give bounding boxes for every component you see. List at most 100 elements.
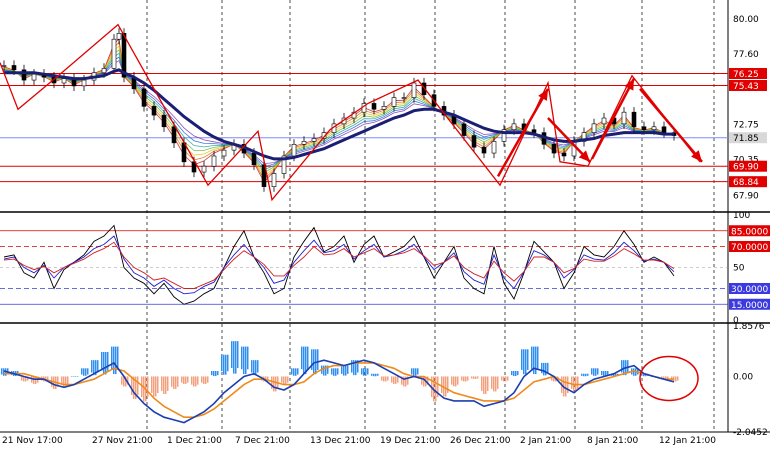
candle-body[interactable] — [11, 65, 17, 71]
candle-body[interactable] — [471, 135, 477, 148]
candle-body[interactable] — [531, 129, 537, 133]
candle-body[interactable] — [601, 117, 607, 125]
macd-histogram-bar — [243, 346, 245, 375]
price-axis-tick: 72.75 — [733, 121, 759, 131]
ma-ribbon-line — [3, 37, 675, 183]
macd-histogram-bar — [271, 376, 273, 389]
candle-body[interactable] — [631, 111, 637, 128]
candle-body[interactable] — [561, 152, 567, 157]
macd-histogram-bar — [547, 362, 549, 374]
macd-histogram-bar — [215, 371, 217, 377]
time-axis: 21 Nov 17:00 27 Nov 21:00 1 Dec 21:00 7 Dec… — [2, 436, 716, 446]
macd-histogram-bar — [387, 376, 389, 381]
candle-body[interactable] — [511, 123, 517, 131]
macd-histogram-bar — [237, 341, 239, 368]
rsi-series-line[interactable] — [3, 235, 675, 295]
macd-histogram-bar — [303, 346, 305, 375]
price-tag-label: 68.84 — [733, 178, 759, 188]
candle-body[interactable] — [101, 68, 107, 74]
candle-body[interactable] — [411, 82, 417, 98]
candle-body[interactable] — [251, 152, 257, 166]
macd-histogram-bar — [461, 376, 463, 381]
macd-histogram-bar — [593, 368, 595, 376]
candle-body[interactable] — [591, 123, 597, 133]
macd-histogram-bar — [235, 341, 237, 374]
candle-body[interactable] — [551, 144, 557, 154]
macd-histogram-bar — [577, 376, 579, 389]
candle-body[interactable] — [201, 165, 207, 173]
macd-histogram-bar — [667, 376, 669, 379]
rsi-axis-tick: 100 — [733, 211, 750, 221]
candle-body[interactable] — [61, 78, 67, 84]
candle-body[interactable] — [1, 65, 7, 67]
macd-histogram-bar — [445, 376, 447, 397]
candle-body[interactable] — [211, 155, 217, 167]
macd-histogram-bar — [493, 376, 495, 392]
candle-body[interactable] — [391, 97, 397, 107]
macd-histogram-bar — [33, 376, 35, 384]
candle-body[interactable] — [481, 146, 487, 154]
macd-histogram-bar — [495, 376, 497, 392]
macd-histogram-bar — [181, 376, 183, 383]
macd-histogram-bar — [191, 376, 193, 385]
rsi-series-line[interactable] — [3, 241, 675, 289]
candle-body[interactable] — [621, 111, 627, 125]
time-axis-label: 8 Jan 21:00 — [587, 436, 639, 446]
macd-histogram-bar — [307, 346, 309, 370]
candle-body[interactable] — [31, 73, 37, 81]
candle-body[interactable] — [491, 141, 497, 154]
candle-body[interactable] — [381, 106, 387, 110]
candle-body[interactable] — [271, 173, 277, 187]
candle-body[interactable] — [291, 144, 297, 157]
macd-histogram-bar — [543, 362, 545, 376]
candle-body[interactable] — [111, 38, 117, 69]
candle-body[interactable] — [371, 103, 377, 110]
candle-body[interactable] — [641, 126, 647, 131]
candle-body[interactable] — [311, 138, 317, 142]
price-panel[interactable] — [0, 23, 728, 202]
candle-body[interactable] — [651, 126, 657, 131]
rsi-panel[interactable] — [0, 224, 728, 305]
macd-histogram-bar — [527, 349, 529, 370]
macd-histogram-bar — [165, 376, 167, 394]
candle-body[interactable] — [81, 79, 87, 87]
macd-histogram-bar — [545, 362, 547, 376]
macd-histogram-bar — [83, 368, 85, 376]
macd-histogram-bar — [417, 368, 419, 375]
candle-body[interactable] — [141, 88, 147, 107]
macd-histogram-bar — [225, 354, 227, 375]
macd-histogram-bar — [571, 376, 573, 389]
macd-histogram-bar — [153, 376, 155, 397]
macd-histogram-bar — [381, 376, 383, 381]
macd-histogram-bar — [227, 354, 229, 372]
macd-histogram-bar — [121, 376, 123, 385]
macd-histogram-bar — [513, 371, 515, 377]
rsi-series-line[interactable] — [3, 224, 675, 305]
macd-panel[interactable] — [1, 341, 699, 424]
time-axis-label: 27 Nov 21:00 — [92, 436, 153, 446]
macd-histogram-bar — [203, 376, 205, 384]
candle-body[interactable] — [461, 123, 467, 136]
candle-body[interactable] — [171, 126, 177, 144]
macd-histogram-bar — [335, 368, 337, 376]
macd-histogram-bar — [241, 346, 243, 370]
candle-body[interactable] — [151, 106, 157, 116]
candle-body[interactable] — [161, 114, 167, 128]
macd-histogram-bar — [75, 376, 77, 377]
macd-histogram-bar — [465, 376, 467, 382]
macd-histogram-bar — [497, 376, 499, 389]
macd-histogram-bar — [537, 346, 539, 370]
candle-body[interactable] — [661, 126, 667, 133]
macd-histogram-bar — [151, 376, 153, 393]
macd-histogram-bar — [435, 376, 437, 402]
candle-body[interactable] — [116, 33, 122, 40]
macd-axis-tick: -2.0452 — [733, 428, 768, 438]
price-tag-label: 71.85 — [733, 134, 759, 144]
candle-body[interactable] — [221, 149, 227, 157]
macd-histogram-bar — [377, 373, 379, 376]
candle-body[interactable] — [301, 141, 307, 145]
macd-histogram-bar — [221, 354, 223, 372]
macd-histogram-bar — [485, 376, 487, 394]
macd-histogram-bar — [453, 376, 455, 387]
candle-body[interactable] — [401, 97, 407, 99]
